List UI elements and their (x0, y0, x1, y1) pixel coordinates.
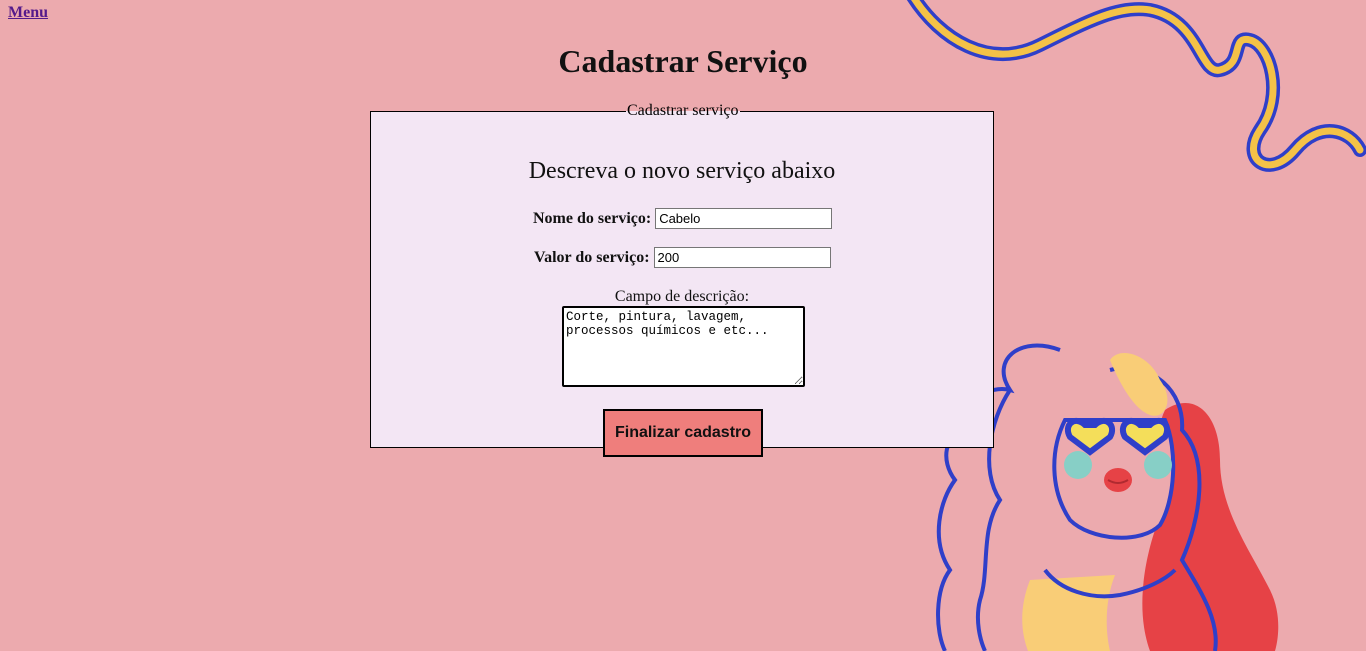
service-price-input[interactable] (653, 247, 831, 268)
menu-link[interactable]: Menu (8, 4, 48, 22)
service-name-input[interactable] (655, 208, 833, 229)
description-label: Campo de descrição: (614, 288, 750, 305)
service-form: Cadastrar serviço Descreva o novo serviç… (370, 102, 994, 457)
name-label: Nome do serviço: (533, 209, 652, 227)
name-row: Nome do serviço: (533, 208, 833, 229)
description-textarea[interactable]: Corte, pintura, lavagem, processos quími… (562, 306, 805, 387)
form-subtitle: Descreva o novo serviço abaixo (528, 158, 836, 184)
page-title: Cadastrar Serviço (558, 43, 808, 79)
finalize-button[interactable]: Finalizar cadastro (603, 409, 763, 457)
price-row: Valor do serviço: (534, 247, 831, 268)
price-label: Valor do serviço: (534, 248, 650, 266)
form-legend: Cadastrar serviço (627, 102, 739, 119)
